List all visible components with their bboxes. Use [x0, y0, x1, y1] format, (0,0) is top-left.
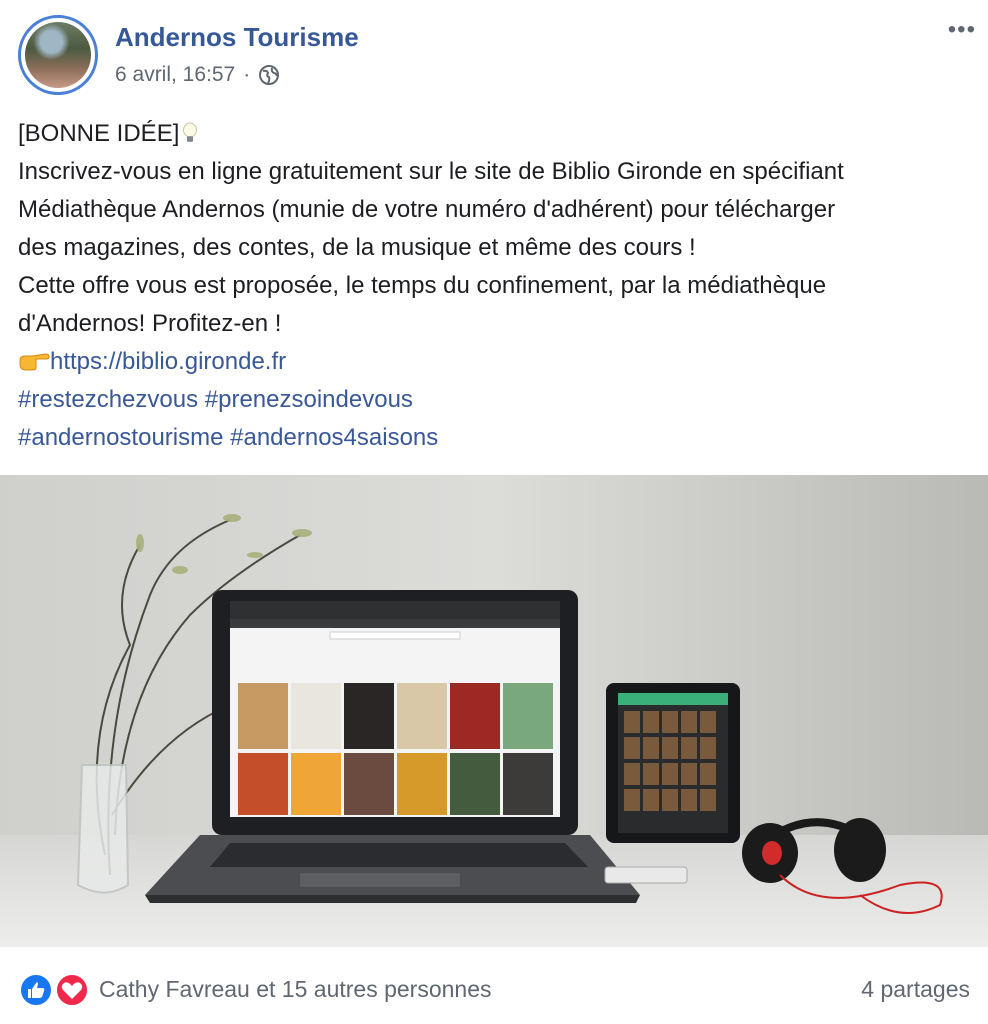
- reaction-icons[interactable]: [18, 972, 92, 1008]
- text-line: Cette offre vous est proposée, le temps …: [18, 272, 827, 299]
- text-line: des magazines, des contes, de la musique…: [18, 234, 696, 261]
- hashtag-line: #restezchezvous #prenezsoindevous: [18, 381, 978, 419]
- hashtag-restezchezvous[interactable]: #restezchezvous: [18, 386, 198, 413]
- hashtag-andernos4saisons[interactable]: #andernos4saisons: [230, 424, 438, 451]
- post-photo[interactable]: [0, 475, 988, 947]
- meta-separator: ·: [243, 63, 251, 86]
- avatar[interactable]: [18, 15, 98, 95]
- link-line: https://biblio.gironde.fr: [18, 343, 978, 381]
- hashtag-andernostourisme[interactable]: #andernostourisme: [18, 424, 223, 451]
- text-line: Inscrivez-vous en ligne gratuitement sur…: [18, 158, 844, 185]
- timestamp-link[interactable]: 6 avril, 16:57: [115, 63, 235, 87]
- page-name-link[interactable]: Andernos Tourisme: [115, 22, 359, 53]
- avatar-image: [25, 22, 91, 88]
- post-meta: 6 avril, 16:57 ·: [115, 63, 280, 87]
- post-header: Andernos Tourisme 6 avril, 16:57 · •••: [0, 0, 988, 110]
- share-count-link[interactable]: 4 partages: [861, 976, 970, 1003]
- text-line: [BONNE IDÉE]: [18, 115, 978, 153]
- post-footer: Cathy Favreau et 15 autres personnes 4 p…: [0, 947, 988, 1024]
- text-line: d'Andernos! Profitez-en !: [18, 310, 282, 337]
- lightbulb-icon: [182, 118, 198, 142]
- text-line: Médiathèque Andernos (munie de votre num…: [18, 196, 836, 223]
- hashtag-line: #andernostourisme #andernos4saisons: [18, 419, 978, 457]
- external-link[interactable]: https://biblio.gironde.fr: [50, 348, 286, 375]
- pointing-hand-icon: [18, 346, 50, 371]
- post-body: [BONNE IDÉE] Inscrivez-vous en ligne gra…: [18, 115, 978, 457]
- globe-icon[interactable]: [258, 64, 280, 86]
- like-icon: [19, 973, 53, 1007]
- love-icon: [55, 973, 89, 1007]
- more-options-button[interactable]: •••: [948, 18, 976, 42]
- reaction-count-link[interactable]: Cathy Favreau et 15 autres personnes: [99, 976, 492, 1003]
- hashtag-prenezsoindevous[interactable]: #prenezsoindevous: [205, 386, 413, 413]
